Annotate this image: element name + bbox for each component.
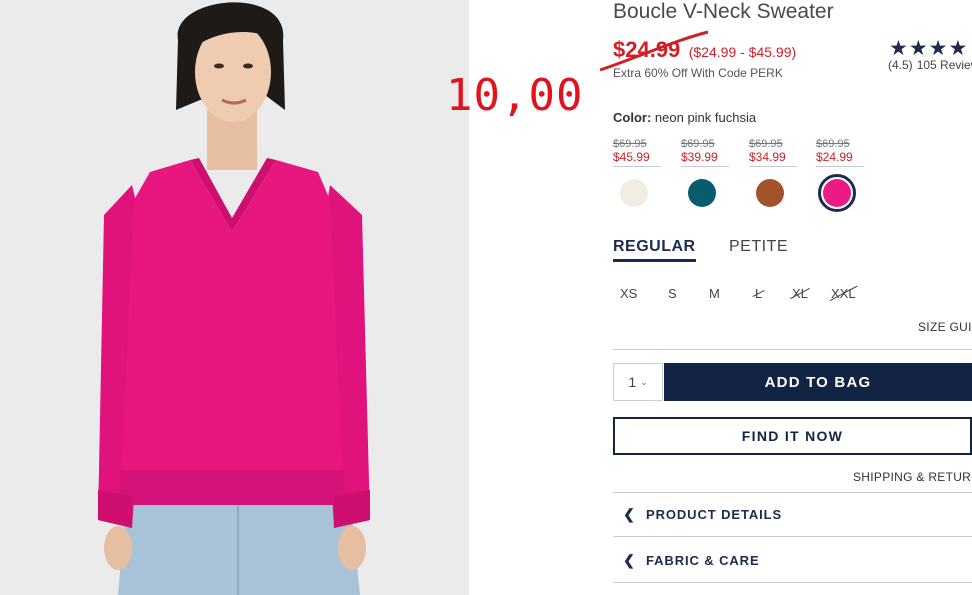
color-chip [756, 179, 784, 207]
promo-text: Extra 60% Off With Code PERK [613, 66, 783, 80]
size-guide-link[interactable]: SIZE GUIDE [918, 320, 972, 334]
color-label: Color: [613, 110, 652, 125]
color-swatch[interactable]: $69.95 $39.99 [681, 138, 729, 207]
swatch-chip-ring[interactable] [818, 174, 856, 212]
divider [613, 536, 972, 537]
size-xs[interactable]: XS [620, 286, 637, 301]
chevron-left-icon: ❮ [623, 505, 636, 522]
divider [613, 492, 972, 493]
chevron-down-icon: ⌄ [640, 376, 648, 387]
swatch-chip-ring[interactable] [683, 174, 721, 212]
original-price: $69.95 [613, 138, 647, 150]
review-summary[interactable]: (4.5) 105 Reviews [888, 58, 972, 72]
size-xxl[interactable]: XXL [831, 286, 856, 301]
size-xl[interactable]: XL [792, 286, 808, 301]
accordion-product-details[interactable]: ❮ PRODUCT DETAILS [613, 494, 972, 534]
size-m[interactable]: M [709, 286, 720, 301]
quantity-select[interactable]: 1 ⌄ [613, 363, 663, 401]
color-selection-label: Color: neon pink fuchsia [613, 110, 756, 125]
swatch-sale-price: $34.99 [749, 150, 797, 167]
overlay-price-annotation: 10,00 [446, 70, 584, 121]
color-swatch[interactable]: $69.95 $24.99 [816, 138, 864, 212]
color-chip [823, 179, 851, 207]
accordion-fabric-care[interactable]: ❮ FABRIC & CARE [613, 540, 972, 580]
size-s[interactable]: S [668, 286, 677, 301]
accordion-label: PRODUCT DETAILS [646, 506, 783, 522]
swatch-sale-price: $45.99 [613, 150, 661, 167]
shipping-returns-link[interactable]: SHIPPING & RETURNS [853, 470, 972, 484]
swatch-chip-ring[interactable] [615, 174, 653, 212]
quantity-value: 1 [628, 374, 637, 390]
add-to-bag-button[interactable]: ADD TO BAG [664, 363, 972, 401]
product-title: Boucle V-Neck Sweater [613, 0, 834, 23]
rating-score: (4.5) [888, 58, 913, 72]
color-swatch[interactable]: $69.95 $45.99 [613, 138, 661, 207]
size-l[interactable]: L [755, 286, 762, 301]
tab-petite[interactable]: PETITE [729, 238, 788, 256]
original-price: $69.95 [681, 138, 715, 150]
color-value: neon pink fuchsia [654, 110, 757, 125]
find-it-now-button[interactable]: FIND IT NOW [613, 417, 972, 455]
divider [613, 582, 972, 583]
review-count[interactable]: 105 Reviews [917, 58, 972, 72]
original-price: $69.95 [749, 138, 783, 150]
original-price: $69.95 [816, 138, 850, 150]
swatch-chip-ring[interactable] [751, 174, 789, 212]
divider [613, 349, 972, 350]
swatch-sale-price: $24.99 [816, 150, 864, 167]
chevron-left-icon: ❮ [623, 551, 636, 568]
color-chip [620, 179, 648, 207]
swatch-sale-price: $39.99 [681, 150, 729, 167]
accordion-label: FABRIC & CARE [646, 552, 760, 568]
tab-regular[interactable]: REGULAR [613, 238, 696, 262]
product-image [0, 0, 469, 595]
color-swatch[interactable]: $69.95 $34.99 [749, 138, 797, 207]
color-chip [688, 179, 716, 207]
